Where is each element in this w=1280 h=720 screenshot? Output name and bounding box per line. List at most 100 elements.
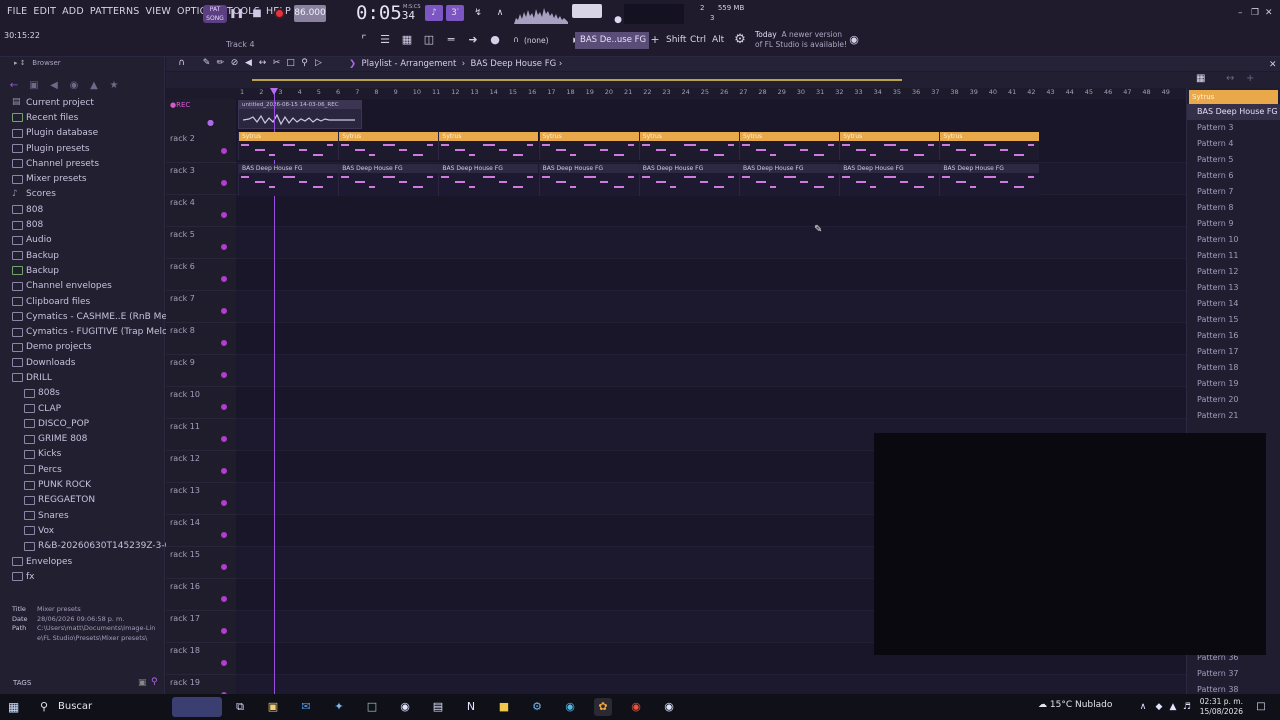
tempo-display[interactable]: 86.000 bbox=[294, 5, 326, 22]
close-playlist-icon[interactable]: ✕ bbox=[1269, 60, 1277, 70]
browser-item[interactable]: Plugin presets bbox=[0, 141, 165, 156]
track-lane[interactable] bbox=[236, 291, 1186, 323]
record-button[interactable] bbox=[274, 8, 285, 19]
blend-icon[interactable]: ∧ bbox=[491, 5, 509, 21]
fl-studio-icon[interactable]: ✿ bbox=[594, 698, 612, 716]
browser-item[interactable]: Cymatics - CASHME..E (RnB Melodies) bbox=[0, 309, 197, 324]
track-header[interactable]: rack 6 bbox=[166, 259, 236, 291]
gear-icon[interactable]: ⚙ bbox=[732, 32, 748, 48]
sytrus-pattern-clip[interactable]: Sytrus bbox=[438, 132, 539, 160]
picker-item[interactable]: Pattern 3 bbox=[1187, 120, 1280, 136]
picker-item[interactable]: Pattern 4 bbox=[1187, 136, 1280, 152]
browser-item[interactable]: Demo projects bbox=[0, 340, 165, 355]
settings-app-icon[interactable]: ⚙ bbox=[528, 698, 546, 716]
picker-item[interactable]: Pattern 20 bbox=[1187, 392, 1280, 408]
track-mute-led[interactable] bbox=[221, 660, 227, 666]
picker-item[interactable]: Pattern 19 bbox=[1187, 376, 1280, 392]
timeline-ruler[interactable]: 1 2 3 4 5 6 7 8 9 10 11 12 13 14 15 16 17 18 19 20 21 22 23 24 2… bbox=[236, 88, 1186, 98]
capture-icon[interactable]: ◉ bbox=[396, 698, 414, 716]
file-explorer-icon[interactable]: ■ bbox=[495, 698, 513, 716]
track-mute-led[interactable] bbox=[221, 596, 227, 602]
browser-item[interactable]: Plugin database bbox=[0, 126, 165, 141]
picker-item[interactable]: Pattern 12 bbox=[1187, 264, 1280, 280]
bass-pattern-clip[interactable]: BAS Deep House FG bbox=[438, 164, 539, 196]
bass-pattern-clip[interactable]: BAS Deep House FG bbox=[338, 164, 439, 196]
magnet-icon[interactable]: ∩ bbox=[176, 58, 187, 68]
delete-icon[interactable]: ⊘ bbox=[229, 58, 240, 68]
store-icon[interactable]: ▣ bbox=[264, 698, 282, 716]
bass-pattern-clip[interactable]: BAS Deep House FG bbox=[939, 164, 1040, 196]
track-lane[interactable] bbox=[236, 355, 1186, 387]
mute-icon[interactable]: ◀ bbox=[243, 58, 254, 68]
browser-item[interactable]: Backup bbox=[0, 263, 165, 278]
browser-item[interactable]: Percs bbox=[0, 462, 165, 477]
browser-item[interactable]: Backup bbox=[0, 248, 165, 263]
track-header[interactable]: rack 8 bbox=[166, 323, 236, 355]
track-lane[interactable] bbox=[236, 387, 1186, 419]
track-header[interactable]: rack 9 bbox=[166, 355, 236, 387]
track-lane[interactable] bbox=[236, 323, 1186, 355]
edge-icon[interactable]: ◉ bbox=[561, 698, 579, 716]
metronome-icon[interactable]: ♪ bbox=[425, 5, 443, 21]
slice-icon[interactable]: ✂ bbox=[271, 58, 282, 68]
mic-icon[interactable]: ● bbox=[207, 118, 214, 127]
sytrus-pattern-clip[interactable]: Sytrus bbox=[238, 132, 338, 160]
track-header[interactable]: rack 4 bbox=[166, 195, 236, 227]
task-view-icon[interactable]: ⧉ bbox=[231, 698, 249, 716]
browser-item[interactable]: 808 bbox=[0, 217, 165, 232]
track-header[interactable]: rack 12 bbox=[166, 451, 236, 483]
track-mute-led[interactable] bbox=[221, 404, 227, 410]
track-mute-led[interactable] bbox=[221, 468, 227, 474]
menu-view[interactable]: VIEW bbox=[143, 6, 175, 17]
search-icon[interactable]: ⚲ bbox=[151, 677, 158, 687]
picker-item[interactable]: Pattern 15 bbox=[1187, 312, 1280, 328]
track-header[interactable]: rack 5 bbox=[166, 227, 236, 259]
browser-item[interactable]: PUNK ROCK bbox=[0, 477, 165, 492]
master-volume-icon[interactable] bbox=[572, 4, 602, 18]
browser-item[interactable]: fx bbox=[0, 569, 165, 584]
track-mute-led[interactable] bbox=[221, 308, 227, 314]
picker-add-icon[interactable]: + bbox=[1246, 73, 1254, 84]
track-mute-led[interactable] bbox=[221, 244, 227, 250]
countdown-icon[interactable]: 3′ bbox=[446, 5, 464, 21]
browser-item[interactable]: Mixer presets bbox=[0, 171, 165, 186]
audio-clip[interactable]: untitled_2026-08-15 14-03-06_REC bbox=[238, 100, 362, 129]
notion-icon[interactable]: N bbox=[462, 698, 480, 716]
track-mute-led[interactable] bbox=[221, 532, 227, 538]
outlook-icon[interactable]: ✉ bbox=[297, 698, 315, 716]
track-header[interactable]: rack 2 bbox=[166, 131, 236, 163]
browser-item[interactable]: Recent files bbox=[0, 110, 165, 125]
browser-item[interactable]: CLAP bbox=[0, 401, 165, 416]
browser-item[interactable]: ♪ Scores bbox=[0, 187, 165, 202]
back-icon[interactable]: ← bbox=[4, 80, 24, 91]
volume-icon[interactable]: ♬ bbox=[1178, 698, 1196, 716]
close-icon[interactable]: ✕ bbox=[1265, 8, 1273, 18]
browser-item[interactable]: R&B-20260630T145239Z-3-001 bbox=[0, 539, 182, 554]
sytrus-pattern-clip[interactable]: Sytrus bbox=[338, 132, 439, 160]
plugin-icon[interactable]: ◉ bbox=[64, 80, 84, 91]
speaker-icon[interactable]: ◀ bbox=[44, 80, 64, 91]
picker-toggle-icon[interactable]: ▦ bbox=[1196, 73, 1205, 84]
pencil-icon[interactable]: ✎ bbox=[201, 58, 212, 68]
browser-item[interactable]: DRILL bbox=[0, 370, 165, 385]
bass-pattern-clip[interactable]: BAS Deep House FG bbox=[739, 164, 839, 196]
track-lane[interactable] bbox=[236, 227, 1186, 259]
news-panel[interactable]: Today A newer version of FL Studio is av… bbox=[755, 30, 850, 50]
notification-icon[interactable]: □ bbox=[1252, 698, 1270, 716]
picker-item[interactable]: Pattern 11 bbox=[1187, 248, 1280, 264]
track-header[interactable]: rack 10 bbox=[166, 387, 236, 419]
copilot-icon[interactable]: ✦ bbox=[330, 698, 348, 716]
browser-item[interactable]: REGGAETON bbox=[0, 493, 165, 508]
pause-icon[interactable]: ❚❚ bbox=[229, 8, 244, 20]
picker-item[interactable]: Pattern 18 bbox=[1187, 360, 1280, 376]
snap-icon[interactable]: ⌜ bbox=[356, 32, 372, 48]
wait-icon[interactable]: ↯ bbox=[469, 5, 487, 21]
picker-item[interactable]: Pattern 7 bbox=[1187, 184, 1280, 200]
headphones-icon[interactable]: ∩ bbox=[508, 32, 524, 48]
midi-input-select[interactable]: (none) bbox=[524, 36, 549, 45]
browser-item[interactable]: Channel envelopes bbox=[0, 279, 165, 294]
piano-roll-icon[interactable]: ▦ bbox=[399, 32, 415, 48]
track-header[interactable]: rack 3 bbox=[166, 163, 236, 195]
track-header[interactable]: rack 16 bbox=[166, 579, 236, 611]
slip-icon[interactable]: ↔ bbox=[257, 58, 268, 68]
